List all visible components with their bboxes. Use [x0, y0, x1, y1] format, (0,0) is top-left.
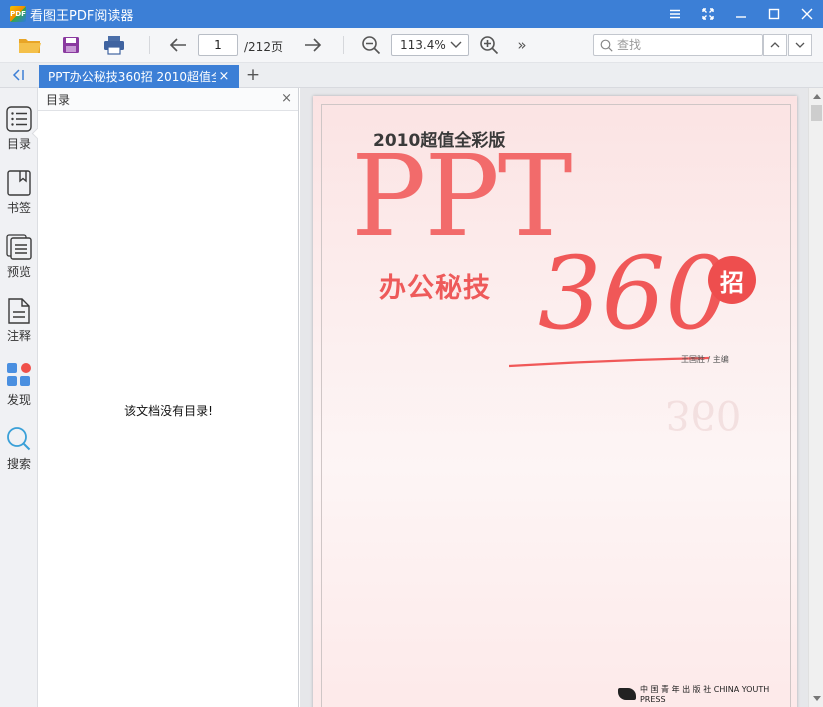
page-number-input[interactable] — [198, 34, 238, 56]
toolbar: /212页 113.4% » — [0, 28, 823, 63]
window-controls — [658, 0, 823, 28]
toc-close-icon[interactable]: × — [281, 91, 292, 106]
discover-icon — [7, 363, 31, 386]
maximize-icon — [768, 8, 779, 20]
search-icon — [7, 427, 31, 451]
close-window-button[interactable] — [790, 0, 823, 28]
toc-panel: 目录 × 该文档没有目录! — [38, 88, 299, 707]
search-input[interactable] — [617, 38, 747, 52]
sidebar-item-notes[interactable]: 注释 — [0, 298, 38, 358]
chevron-down-icon — [450, 41, 462, 48]
add-tab-button[interactable]: + — [244, 66, 262, 84]
minimize-icon — [735, 16, 746, 18]
save-icon — [63, 37, 79, 53]
minimize-button[interactable] — [724, 0, 757, 28]
chevron-down-icon — [795, 42, 805, 48]
toc-empty-message: 该文档没有目录! — [124, 404, 213, 418]
publisher-logo — [618, 688, 636, 700]
app-logo-icon: PDF — [10, 6, 26, 22]
more-tools-button[interactable]: » — [512, 33, 532, 57]
cover-editor: 王国胜 / 主编 — [681, 355, 729, 364]
search-prev-button[interactable] — [763, 34, 787, 56]
vertical-scrollbar[interactable] — [808, 88, 823, 707]
sidebar-item-bookmarks[interactable]: 书签 — [0, 170, 38, 230]
sidebar-item-label: 注释 — [6, 329, 31, 343]
zoom-select[interactable]: 113.4% — [391, 34, 469, 56]
list-icon — [6, 106, 32, 132]
app-title: 看图王PDF阅读器 — [30, 8, 134, 24]
sidebar-item-discover[interactable]: 发现 — [0, 362, 38, 422]
sidebar-item-label: 预览 — [6, 265, 31, 279]
zoom-in-icon — [480, 36, 499, 55]
tab-close-icon[interactable]: × — [216, 69, 232, 84]
open-file-button[interactable] — [16, 33, 44, 57]
close-icon — [801, 8, 812, 20]
fullscreen-icon — [701, 8, 714, 20]
menu-button[interactable] — [658, 0, 691, 28]
next-page-button[interactable] — [301, 33, 325, 57]
arrow-right-icon — [305, 38, 322, 52]
toc-header: 目录 × — [38, 88, 298, 111]
cover-number: 360 — [538, 235, 729, 352]
toolbar-divider — [149, 36, 150, 54]
sidebar-item-label: 书签 — [6, 201, 31, 215]
search-next-button[interactable] — [788, 34, 812, 56]
sidebar-item-toc[interactable]: 目录 — [0, 106, 38, 166]
cover-publisher: 中 国 青 年 出 版 社 CHINA YOUTH PRESS — [618, 684, 797, 704]
sidebar-item-label: 目录 — [6, 137, 31, 151]
publisher-name: 中 国 青 年 出 版 社 CHINA YOUTH PRESS — [639, 685, 770, 704]
page-total-label: /212页 — [244, 40, 283, 54]
maximize-button[interactable] — [757, 0, 790, 28]
scrollbar-thumb[interactable] — [811, 105, 822, 121]
arrow-left-icon — [169, 38, 186, 52]
hamburger-icon — [669, 9, 680, 19]
cover-ghost-text: 360 — [665, 391, 742, 437]
document-tab[interactable]: PPT办公秘技360招 2010超值全彩版 × — [39, 65, 239, 88]
triangle-up-icon — [812, 94, 821, 99]
title-bar: PDF 看图王PDF阅读器 — [0, 0, 823, 28]
document-view[interactable]: 2010超值全彩版 PPT 办公秘技 360 招 王国胜 / 主编 360 中 … — [300, 88, 808, 707]
bookmark-icon — [7, 170, 31, 196]
printer-icon — [104, 36, 124, 55]
pdf-page: 2010超值全彩版 PPT 办公秘技 360 招 王国胜 / 主编 360 中 … — [313, 96, 797, 707]
tab-bar: PPT办公秘技360招 2010超值全彩版 × + — [0, 63, 823, 88]
sidebar-item-label: 发现 — [6, 393, 31, 407]
chevron-up-icon — [770, 42, 780, 48]
triangle-down-icon — [812, 696, 821, 701]
save-button[interactable] — [58, 33, 84, 57]
zoom-in-button[interactable] — [477, 33, 501, 57]
toc-title: 目录 — [46, 92, 71, 107]
collapse-icon — [12, 69, 24, 81]
note-icon — [8, 298, 30, 324]
fullscreen-button[interactable] — [691, 0, 724, 28]
search-icon — [600, 39, 613, 52]
document-tab-label: PPT办公秘技360招 2010超值全彩版 — [48, 70, 216, 84]
print-button[interactable] — [100, 33, 128, 57]
toolbar-divider — [343, 36, 344, 54]
preview-icon — [6, 234, 32, 260]
cover-swoosh — [509, 356, 709, 368]
search-box — [593, 34, 763, 56]
zoom-value: 113.4% — [400, 38, 446, 52]
folder-icon — [19, 39, 41, 53]
zoom-out-button[interactable] — [359, 33, 383, 57]
sidebar-item-label: 搜索 — [6, 457, 31, 471]
cover-subtitle: 办公秘技 — [379, 273, 491, 304]
cover-badge: 招 — [708, 256, 756, 304]
zoom-out-icon — [362, 36, 381, 55]
prev-page-button[interactable] — [166, 33, 190, 57]
scroll-up-button[interactable] — [809, 89, 823, 104]
collapse-sidebar-button[interactable] — [8, 67, 28, 83]
scroll-down-button[interactable] — [809, 691, 823, 706]
left-sidebar: 目录 书签 预览 注释 发现 搜索 — [0, 88, 38, 707]
sidebar-item-search[interactable]: 搜索 — [0, 426, 38, 486]
sidebar-item-preview[interactable]: 预览 — [0, 234, 38, 294]
